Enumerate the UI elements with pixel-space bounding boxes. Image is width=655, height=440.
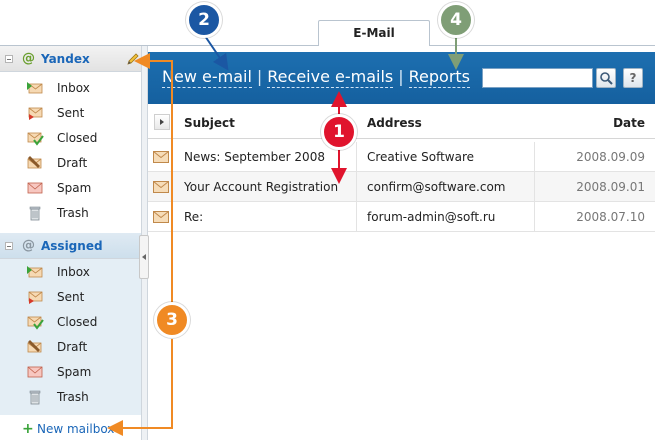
table-row[interactable]: Re: forum-admin@soft.ru 2008.07.10: [148, 202, 655, 232]
search-icon: [600, 72, 613, 85]
envelope-icon: [153, 211, 169, 223]
callout-badge-4: 4: [438, 2, 474, 38]
mailbox-sidebar: @ Yandex Inbox Sent Closed Draft Spam Tr…: [0, 46, 141, 440]
collapse-sidebar-handle[interactable]: [139, 235, 149, 279]
envelope-icon: [153, 151, 169, 163]
table-row[interactable]: News: September 2008 Creative Software 2…: [148, 142, 655, 172]
sidebar-item-assigned-closed[interactable]: Closed: [0, 310, 141, 335]
trash-icon: [29, 390, 41, 405]
reports-link[interactable]: Reports: [408, 67, 471, 88]
column-address[interactable]: Address: [367, 116, 422, 130]
account-header-assigned[interactable]: @ Assigned: [0, 233, 141, 259]
tab-strip: E-Mail: [0, 0, 655, 46]
new-email-link[interactable]: New e-mail: [162, 67, 252, 88]
pencil-icon[interactable]: [126, 52, 140, 66]
sidebar-item-yandex-closed[interactable]: Closed: [0, 126, 141, 151]
mail-toolbar: New e-mail | Receive e-mails | Reports ?: [148, 52, 655, 104]
expand-arrow-icon[interactable]: [154, 114, 170, 130]
receive-emails-link[interactable]: Receive e-mails: [267, 67, 394, 88]
callout-badge-1: 1: [321, 114, 357, 150]
sidebar-item-yandex-trash[interactable]: Trash: [0, 201, 141, 226]
at-icon: @: [22, 51, 35, 66]
draft-icon: [27, 340, 42, 353]
spam-icon: [27, 182, 43, 194]
envelope-icon: [153, 181, 169, 193]
trash-icon: [29, 206, 41, 221]
sidebar-item-assigned-draft[interactable]: Draft: [0, 335, 141, 360]
callout-badge-3: 3: [154, 302, 190, 338]
toolbar-links: New e-mail | Receive e-mails | Reports: [162, 67, 471, 88]
account-header-yandex[interactable]: @ Yandex: [0, 46, 141, 72]
sidebar-item-yandex-inbox[interactable]: Inbox: [0, 76, 141, 101]
email-table-header: Subject Address Date: [148, 108, 655, 139]
callout-badge-2: 2: [186, 2, 222, 38]
sidebar-item-yandex-spam[interactable]: Spam: [0, 176, 141, 201]
help-button[interactable]: ?: [623, 68, 643, 88]
spam-icon: [27, 366, 43, 378]
column-subject[interactable]: Subject: [184, 116, 235, 130]
account-name: Yandex: [41, 52, 90, 66]
sidebar-item-assigned-spam[interactable]: Spam: [0, 360, 141, 385]
collapse-toggle[interactable]: [5, 242, 13, 250]
table-row[interactable]: Your Account Registration confirm@softwa…: [148, 172, 655, 202]
sent-icon: [28, 291, 43, 304]
sidebar-item-assigned-trash[interactable]: Trash: [0, 385, 141, 410]
sent-icon: [28, 107, 43, 120]
search-button[interactable]: [596, 68, 616, 88]
column-date[interactable]: Date: [613, 116, 645, 130]
collapse-toggle[interactable]: [5, 55, 13, 63]
inbox-icon: [27, 82, 43, 94]
sidebar-item-yandex-sent[interactable]: Sent: [0, 101, 141, 126]
plus-icon: +: [22, 421, 34, 437]
account-name: Assigned: [41, 239, 103, 253]
search-input[interactable]: [482, 68, 593, 88]
sidebar-item-yandex-draft[interactable]: Draft: [0, 151, 141, 176]
closed-icon: [27, 316, 44, 330]
sidebar-item-assigned-inbox[interactable]: Inbox: [0, 260, 141, 285]
sidebar-item-assigned-sent[interactable]: Sent: [0, 285, 141, 310]
closed-icon: [27, 132, 44, 146]
inbox-icon: [27, 266, 43, 278]
at-icon: @: [22, 238, 35, 253]
tab-email[interactable]: E-Mail: [318, 20, 430, 46]
draft-icon: [27, 156, 42, 169]
